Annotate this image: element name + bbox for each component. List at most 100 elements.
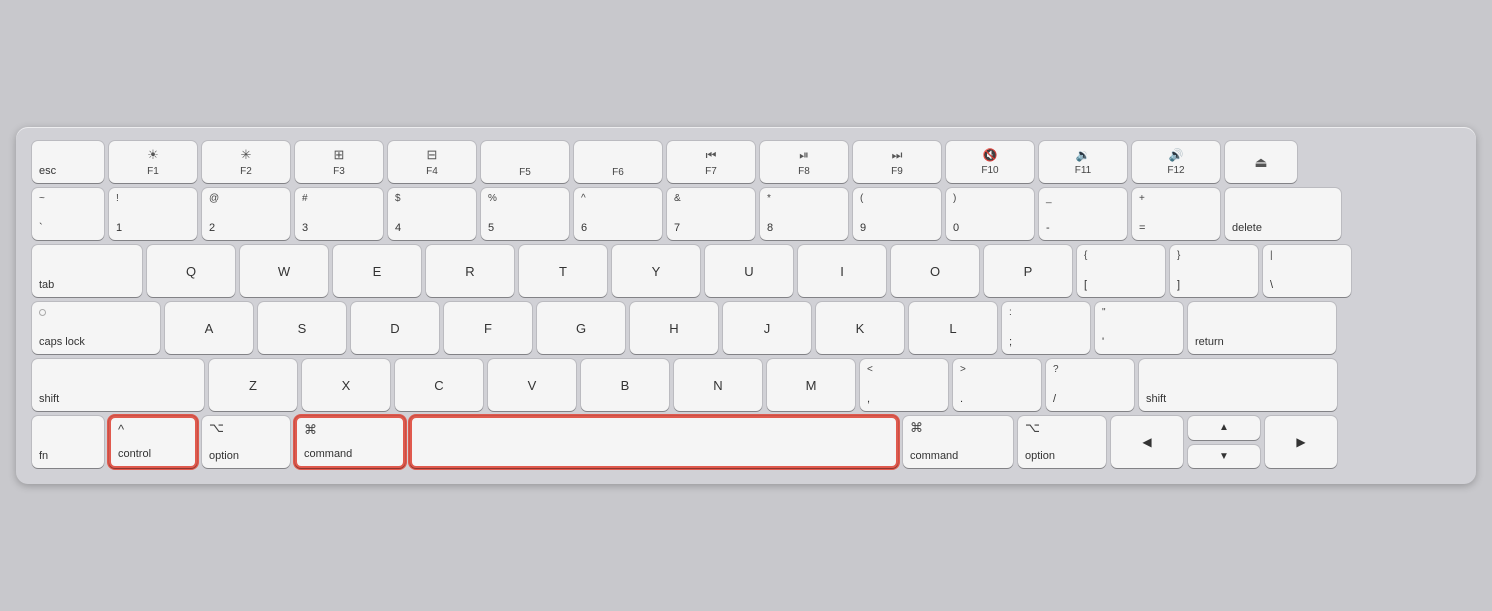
key-f9[interactable]: ⏭ F9: [853, 141, 941, 183]
key-icon: ⊞: [334, 147, 345, 163]
key-period[interactable]: > .: [953, 359, 1041, 411]
key-r[interactable]: R: [426, 245, 514, 297]
key-6[interactable]: ^ 6: [574, 188, 662, 240]
key-eject[interactable]: ⏏: [1225, 141, 1297, 183]
key-top-label: !: [116, 193, 119, 204]
key-3[interactable]: # 3: [295, 188, 383, 240]
key-semicolon[interactable]: : ;: [1002, 302, 1090, 354]
key-option-right[interactable]: ⌥ option: [1018, 416, 1106, 468]
key-backtick[interactable]: ~ `: [32, 188, 104, 240]
key-esc[interactable]: esc: [32, 141, 104, 183]
key-bracket-open[interactable]: { [: [1077, 245, 1165, 297]
key-top-label: $: [395, 193, 401, 204]
key-bracket-close[interactable]: } ]: [1170, 245, 1258, 297]
key-arrow-right[interactable]: ▶: [1265, 416, 1337, 468]
key-icon: ⏭: [892, 148, 903, 163]
key-o[interactable]: O: [891, 245, 979, 297]
key-k[interactable]: K: [816, 302, 904, 354]
key-e[interactable]: E: [333, 245, 421, 297]
key-slash[interactable]: ? /: [1046, 359, 1134, 411]
key-arrow-down[interactable]: ▼: [1188, 445, 1260, 469]
key-tab[interactable]: tab: [32, 245, 142, 297]
key-f11[interactable]: 🔉 F11: [1039, 141, 1127, 183]
key-equals[interactable]: + =: [1132, 188, 1220, 240]
key-h[interactable]: H: [630, 302, 718, 354]
key-f2[interactable]: ✳ F2: [202, 141, 290, 183]
key-command-left[interactable]: ⌘ command: [295, 416, 405, 468]
key-label: U: [744, 264, 753, 279]
key-f1[interactable]: ☀ F1: [109, 141, 197, 183]
key-bottom-label: 3: [302, 222, 308, 235]
arrow-right-icon: ▶: [1296, 435, 1305, 449]
key-f5[interactable]: F5: [481, 141, 569, 183]
key-arrow-up[interactable]: ▲: [1188, 416, 1260, 440]
key-y[interactable]: Y: [612, 245, 700, 297]
key-label: E: [373, 264, 382, 279]
key-t[interactable]: T: [519, 245, 607, 297]
key-7[interactable]: & 7: [667, 188, 755, 240]
key-l[interactable]: L: [909, 302, 997, 354]
key-bottom-label: 1: [116, 222, 122, 235]
key-f[interactable]: F: [444, 302, 532, 354]
key-shift-right[interactable]: shift: [1139, 359, 1337, 411]
key-x[interactable]: X: [302, 359, 390, 411]
key-fn[interactable]: fn: [32, 416, 104, 468]
key-u[interactable]: U: [705, 245, 793, 297]
key-label: W: [278, 264, 290, 279]
key-f12[interactable]: 🔊 F12: [1132, 141, 1220, 183]
key-2[interactable]: @ 2: [202, 188, 290, 240]
key-label: F11: [1075, 165, 1092, 176]
key-b[interactable]: B: [581, 359, 669, 411]
key-backslash[interactable]: | \: [1263, 245, 1351, 297]
key-f7[interactable]: ⏮ F7: [667, 141, 755, 183]
key-z[interactable]: Z: [209, 359, 297, 411]
key-d[interactable]: D: [351, 302, 439, 354]
fn-row: esc ☀ F1 ✳ F2 ⊞ F3 ⊟ F4 F5 F6 ⏮ F7 ⏯: [32, 141, 1460, 183]
key-f4[interactable]: ⊟ F4: [388, 141, 476, 183]
key-m[interactable]: M: [767, 359, 855, 411]
key-quote[interactable]: " ': [1095, 302, 1183, 354]
eject-icon: ⏏: [1254, 154, 1267, 171]
key-s[interactable]: S: [258, 302, 346, 354]
key-8[interactable]: * 8: [760, 188, 848, 240]
key-top-label: {: [1084, 250, 1087, 261]
key-g[interactable]: G: [537, 302, 625, 354]
key-f6[interactable]: F6: [574, 141, 662, 183]
key-command-right[interactable]: ⌘ command: [903, 416, 1013, 468]
key-v[interactable]: V: [488, 359, 576, 411]
key-i[interactable]: I: [798, 245, 886, 297]
key-q[interactable]: Q: [147, 245, 235, 297]
key-9[interactable]: ( 9: [853, 188, 941, 240]
key-f8[interactable]: ⏯ F8: [760, 141, 848, 183]
key-4[interactable]: $ 4: [388, 188, 476, 240]
key-bottom-label: \: [1270, 279, 1273, 292]
key-bottom-label: 0: [953, 222, 959, 235]
key-shift-left[interactable]: shift: [32, 359, 204, 411]
key-control[interactable]: ^ control: [109, 416, 197, 468]
key-delete[interactable]: delete: [1225, 188, 1341, 240]
key-label: F: [484, 321, 492, 336]
key-return[interactable]: return: [1188, 302, 1336, 354]
key-caps-lock[interactable]: caps lock: [32, 302, 160, 354]
key-j[interactable]: J: [723, 302, 811, 354]
key-label: I: [840, 264, 844, 279]
key-label: K: [856, 321, 865, 336]
key-space[interactable]: [410, 416, 898, 468]
key-label: P: [1024, 264, 1033, 279]
key-c[interactable]: C: [395, 359, 483, 411]
key-arrow-left[interactable]: ◀: [1111, 416, 1183, 468]
key-label: G: [576, 321, 586, 336]
key-a[interactable]: A: [165, 302, 253, 354]
key-5[interactable]: % 5: [481, 188, 569, 240]
key-f3[interactable]: ⊞ F3: [295, 141, 383, 183]
key-minus[interactable]: _ -: [1039, 188, 1127, 240]
key-f10[interactable]: 🔇 F10: [946, 141, 1034, 183]
key-0[interactable]: ) 0: [946, 188, 1034, 240]
key-comma[interactable]: < ,: [860, 359, 948, 411]
key-option-left[interactable]: ⌥ option: [202, 416, 290, 468]
key-p[interactable]: P: [984, 245, 1072, 297]
key-w[interactable]: W: [240, 245, 328, 297]
key-bottom-label: option: [209, 450, 239, 463]
key-1[interactable]: ! 1: [109, 188, 197, 240]
key-n[interactable]: N: [674, 359, 762, 411]
